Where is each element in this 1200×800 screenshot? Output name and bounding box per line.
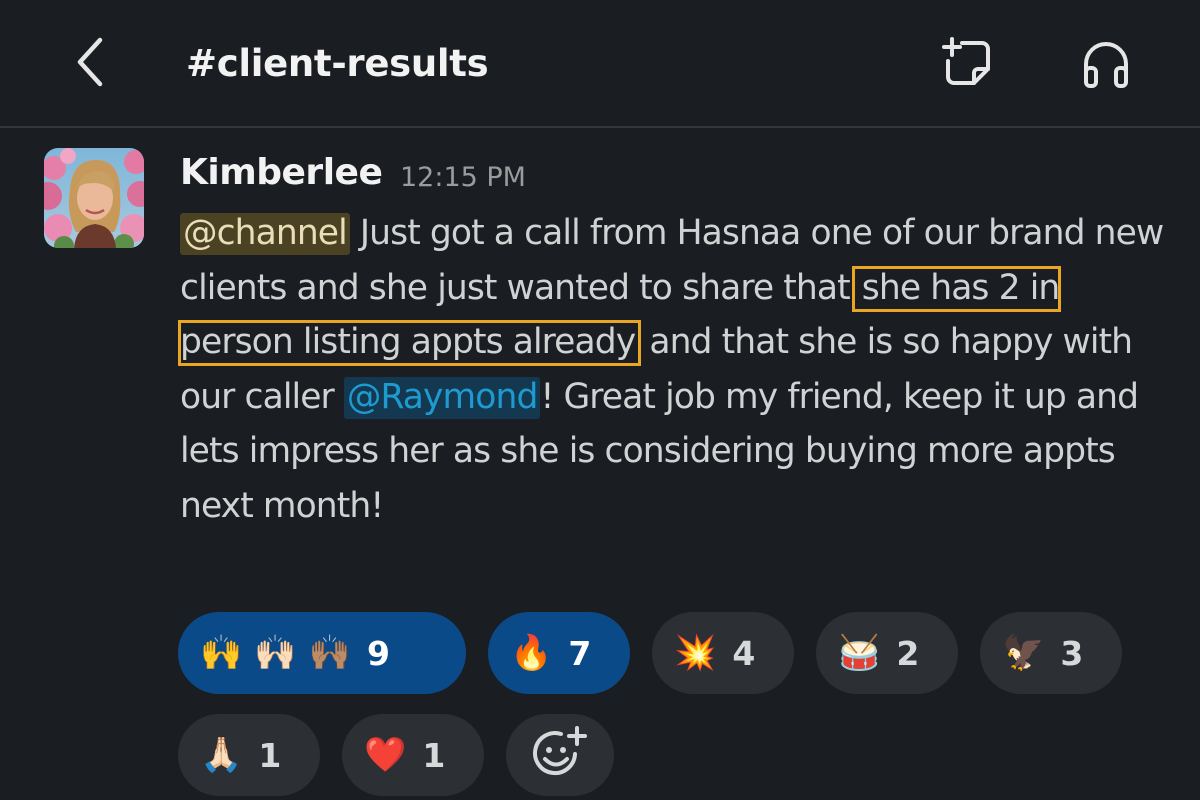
reaction-fire[interactable]: 🔥 7: [488, 612, 630, 694]
add-emoji-icon: [533, 726, 587, 776]
reaction-count: 1: [258, 735, 282, 775]
fire-emoji: 🔥: [510, 633, 553, 673]
reaction-count: 4: [732, 633, 756, 673]
reaction-heart[interactable]: ❤️ 1: [342, 714, 484, 796]
new-canvas-button[interactable]: [938, 32, 998, 94]
profile-photo-image: [44, 148, 144, 248]
avatar[interactable]: [44, 148, 144, 248]
back-button[interactable]: [62, 30, 118, 94]
heart-emoji: ❤️: [364, 735, 407, 775]
user-mention[interactable]: @Raymond: [343, 376, 541, 419]
slack-thread-screen: #client-results Kimberlee 12:15 PM @chan…: [0, 0, 1200, 800]
reaction-count: 3: [1060, 633, 1084, 673]
new-canvas-icon: [942, 37, 990, 85]
huddle-button[interactable]: [1076, 34, 1136, 94]
reaction-count: 2: [896, 633, 920, 673]
reactions-row-1: 🙌 🙌🏻 🙌🏽 9 🔥 7 💥 4 🥁 2 🦅 3: [178, 612, 1122, 696]
reaction-count: 1: [422, 735, 446, 775]
chevron-left-icon: [77, 37, 103, 87]
reactions-row-2: 🙏🏻 1 ❤️ 1: [178, 714, 614, 798]
reaction-count: 7: [568, 633, 592, 673]
reaction-collision[interactable]: 💥 4: [652, 612, 794, 694]
reaction-raised-hands[interactable]: 🙌 🙌🏻 🙌🏽 9: [178, 612, 466, 694]
message-text: @channel Just got a call from Hasnaa one…: [177, 206, 1180, 533]
reaction-folded-hands[interactable]: 🙏🏻 1: [178, 714, 320, 796]
reaction-eagle[interactable]: 🦅 3: [980, 612, 1122, 694]
eagle-emoji: 🦅: [1002, 633, 1045, 673]
headphones-icon: [1084, 42, 1128, 88]
collision-emoji: 💥: [674, 633, 717, 673]
message-author[interactable]: Kimberlee: [180, 146, 383, 200]
channel-mention[interactable]: @channel: [180, 213, 350, 255]
channel-header: #client-results: [0, 0, 1200, 128]
raised-hands-emoji: 🙌 🙌🏻 🙌🏽: [200, 633, 352, 673]
reaction-count: 9: [367, 633, 390, 673]
reaction-drum[interactable]: 🥁 2: [816, 612, 958, 694]
add-reaction-button[interactable]: [506, 714, 614, 796]
channel-title[interactable]: #client-results: [186, 36, 489, 92]
drum-emoji: 🥁: [838, 633, 881, 673]
message-timestamp: 12:15 PM: [400, 162, 526, 193]
folded-hands-emoji: 🙏🏻: [200, 735, 243, 775]
